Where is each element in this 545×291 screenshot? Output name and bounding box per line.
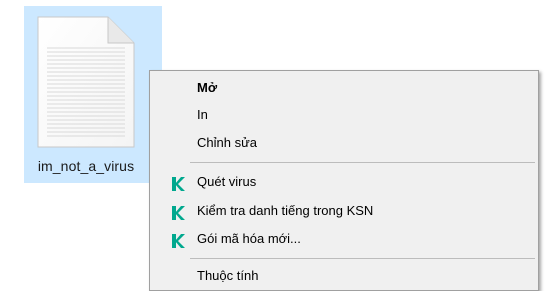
menu-item-check-ksn-reputation[interactable]: Kiểm tra danh tiếng trong KSN <box>150 199 538 223</box>
menu-item-open[interactable]: Mở <box>150 76 538 100</box>
kaspersky-k-icon <box>171 232 185 248</box>
menu-item-print-label: In <box>197 107 208 122</box>
menu-item-print[interactable]: In <box>150 103 538 127</box>
menu-item-properties-label: Thuộc tính <box>197 268 259 283</box>
menu-item-scan-virus-label: Quét virus <box>197 174 257 189</box>
kaspersky-k-icon <box>171 204 185 220</box>
menu-separator <box>190 258 535 259</box>
menu-item-check-ksn-reputation-label: Kiểm tra danh tiếng trong KSN <box>197 203 374 218</box>
menu-item-new-encrypted-package-label: Gói mã hóa mới... <box>197 231 301 246</box>
menu-item-open-label: Mở <box>197 80 218 95</box>
context-menu: Mở In Chỉnh sửa Quét virus Kiểm tra danh… <box>149 70 539 291</box>
menu-item-scan-virus[interactable]: Quét virus <box>150 170 538 194</box>
menu-item-properties[interactable]: Thuộc tính <box>150 264 538 288</box>
menu-separator <box>190 162 535 163</box>
text-document-icon <box>37 16 135 153</box>
menu-item-edit[interactable]: Chỉnh sửa <box>150 131 538 155</box>
menu-item-new-encrypted-package[interactable]: Gói mã hóa mới... <box>150 227 538 251</box>
file-item-im-not-a-virus[interactable]: im_not_a_virus <box>24 6 162 183</box>
kaspersky-k-icon <box>171 175 185 191</box>
menu-item-edit-label: Chỉnh sửa <box>197 135 258 150</box>
file-name-label: im_not_a_virus <box>37 158 135 174</box>
